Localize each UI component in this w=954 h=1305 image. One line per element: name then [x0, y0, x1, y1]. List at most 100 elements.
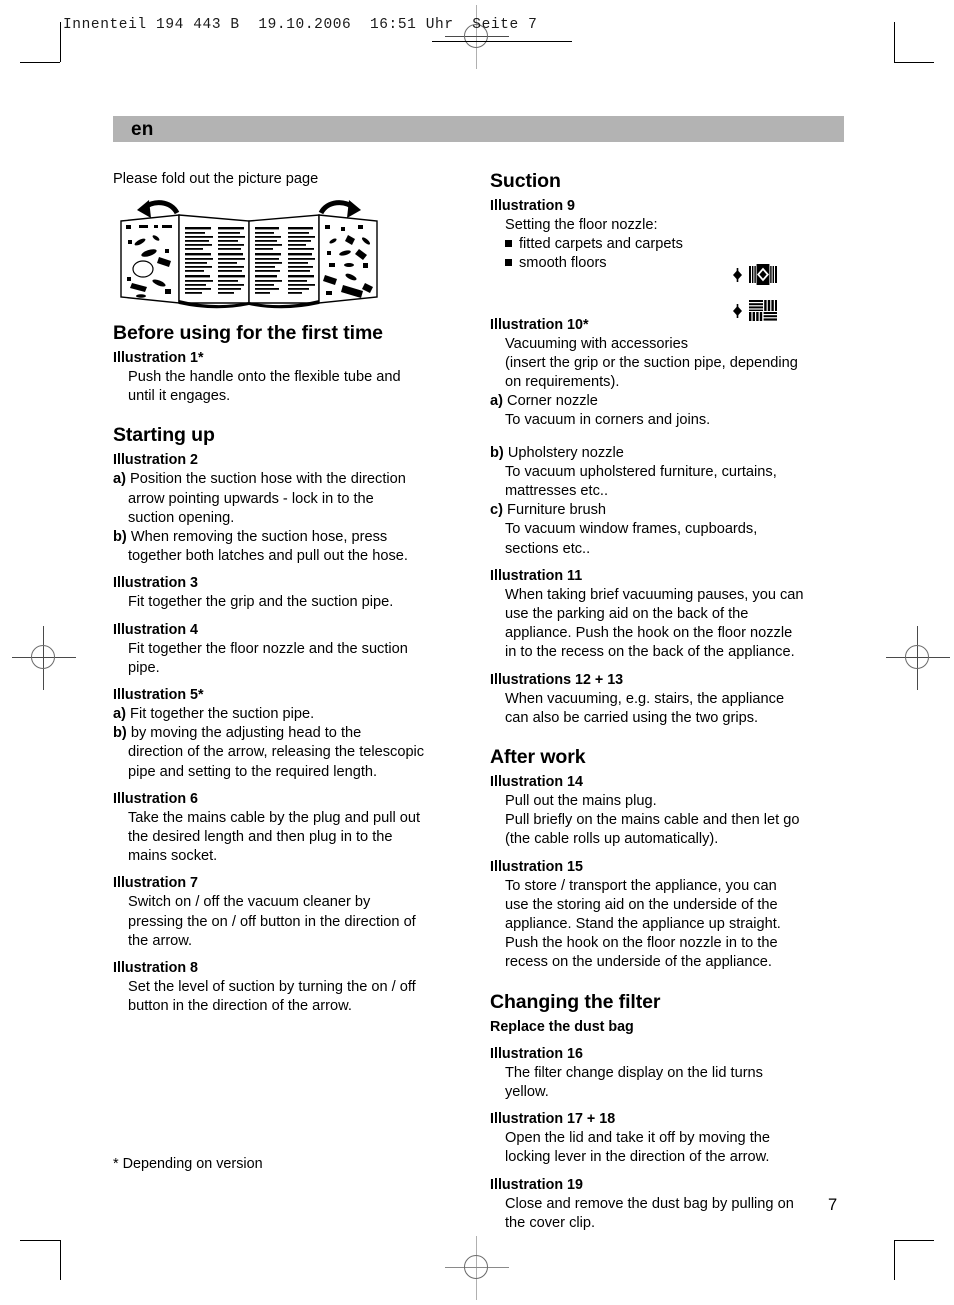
- section-heading-changing-filter: Changing the filter: [490, 990, 661, 1013]
- illustration-9-intro: Setting the floor nozzle:: [505, 217, 658, 233]
- illustration-title-11: Illustration 11: [490, 567, 583, 584]
- illustration-title-7: Illustration 7: [113, 875, 198, 892]
- illustration-10-item-b: b) Upholstery nozzle: [490, 444, 842, 463]
- illustration-16-line-2: yellow.: [505, 1083, 549, 1100]
- illustration-10-a-line-1: Corner nozzle: [507, 393, 598, 410]
- illustration-title-1: Illustration 1*: [113, 350, 204, 366]
- section-heading-suction: Suction: [490, 170, 561, 192]
- illustration-11-line-1: When taking brief vacuuming pauses, you …: [505, 586, 804, 603]
- illustration-2-a-line-1: Position the suction hose with the direc…: [130, 471, 406, 488]
- illustration-title-4: Illustration 4: [113, 621, 198, 638]
- illustration-15-line-4: Push the hook on the floor nozzle in to …: [505, 935, 778, 952]
- illustration-10-a-line-2: To vacuum in corners and joins.: [505, 412, 711, 429]
- fold-out-booklet-illustration: [115, 197, 387, 309]
- left-column: Please fold out the picture page Before …: [113, 170, 465, 1016]
- illustration-10-line-2: (insert the grip or the suction pipe, de…: [505, 354, 798, 371]
- section-heading-starting-up: Starting up: [113, 424, 215, 447]
- illustration-title-17-18: Illustration 17 + 18: [490, 1111, 616, 1128]
- illustration-15-line-5: recess on the underside of the appliance…: [505, 954, 772, 971]
- illustration-5-a-line-1: Fit together the suction pipe.: [130, 706, 315, 723]
- illustration-5-item-b: b) by moving the adjusting head to the: [113, 724, 465, 743]
- footnote-depending-on-version: * Depending on version: [113, 1156, 263, 1172]
- illustration-title-16: Illustration 16: [490, 1045, 583, 1062]
- illustration-10-item-c: c) Furniture brush: [490, 501, 842, 520]
- illustration-5-b-line-2: direction of the arrow, releasing the te…: [128, 744, 425, 761]
- illustration-10-c-line-3: sections etc..: [505, 540, 591, 557]
- illustration-2-b-line-1: When removing the suction hose, press: [130, 529, 388, 546]
- registration-mark-top: [445, 5, 509, 69]
- illustration-5-b-line-3: pipe and setting to the required length.: [128, 763, 378, 780]
- item-marker-b: b): [490, 444, 504, 461]
- position-marker-icon: [733, 303, 742, 318]
- registration-mark-bottom: [445, 1236, 509, 1300]
- illustration-6-line-2: the desired length and then plug in to t…: [128, 829, 393, 846]
- illustration-1-line-2: until it engages.: [128, 388, 231, 405]
- item-marker-b: b): [113, 529, 127, 546]
- illustration-2-item-a: a) Position the suction hose with the di…: [113, 470, 465, 489]
- illustration-17-18-line-2: locking lever in the direction of the ar…: [505, 1149, 770, 1166]
- carpet-pictogram: [749, 264, 777, 285]
- square-bullet-icon: [505, 240, 512, 248]
- illustration-12-13-line-1: When vacuuming, e.g. stairs, the applian…: [505, 690, 785, 707]
- illustration-title-12-13: Illustrations 12 + 13: [490, 671, 624, 688]
- illustration-title-2: Illustration 2: [113, 452, 198, 469]
- illustration-10-b-line-1: Upholstery nozzle: [507, 444, 624, 461]
- illustration-8-line-1: Set the level of suction by turning the …: [128, 979, 416, 996]
- illustration-8-line-2: button in the direction of the arrow.: [128, 998, 352, 1015]
- illustration-19-line-2: the cover clip.: [505, 1214, 596, 1231]
- illustration-10-c-line-2: To vacuum window frames, cupboards,: [505, 521, 758, 538]
- print-slug: Innenteil 194 443 B 19.10.2006 16:51 Uhr…: [63, 17, 538, 33]
- illustration-10-b-line-2: To vacuum upholstered furniture, curtain…: [505, 463, 777, 480]
- illustration-title-6: Illustration 6: [113, 790, 198, 807]
- item-marker-b: b): [113, 725, 127, 742]
- bullet-fitted-carpets: fitted carpets and carpets: [490, 235, 842, 254]
- nozzle-setting-carpet-row: [733, 264, 777, 285]
- illustration-3-line-1: Fit together the grip and the suction pi…: [128, 594, 394, 611]
- bullet-label-carpets: fitted carpets and carpets: [519, 236, 683, 253]
- item-marker-a: a): [490, 393, 503, 410]
- illustration-19-line-1: Close and remove the dust bag by pulling…: [505, 1195, 794, 1212]
- square-bullet-icon: [505, 259, 512, 267]
- illustration-6-line-1: Take the mains cable by the plug and pul…: [128, 809, 421, 826]
- registration-mark-right: [886, 626, 950, 690]
- fold-out-instruction: Please fold out the picture page: [113, 171, 319, 187]
- bullet-smooth-floors: smooth floors: [490, 254, 842, 273]
- bullet-label-smooth-floors: smooth floors: [519, 255, 607, 272]
- illustration-4-line-1: Fit together the floor nozzle and the su…: [128, 640, 408, 657]
- illustration-17-18-line-1: Open the lid and take it off by moving t…: [505, 1130, 771, 1147]
- illustration-2-a-line-2: arrow pointing upwards - lock in to the: [128, 490, 374, 507]
- position-marker-icon: [733, 267, 742, 282]
- print-slug-rule: [432, 41, 572, 42]
- illustration-10-b-line-3: mattresses etc..: [505, 483, 608, 500]
- illustration-16-line-1: The filter change display on the lid tur…: [505, 1064, 763, 1081]
- illustration-title-19: Illustration 19: [490, 1176, 583, 1193]
- illustration-14-line-1: Pull out the mains plug.: [505, 793, 657, 810]
- nozzle-setting-smooth-floor-row: [733, 300, 777, 321]
- illustration-7-line-2: pressing the on / off button in the dire…: [128, 913, 416, 930]
- illustration-10-item-a: a) Corner nozzle: [490, 392, 842, 411]
- section-heading-after-work: After work: [490, 746, 586, 769]
- illustration-5-item-a: a) Fit together the suction pipe.: [113, 705, 465, 724]
- illustration-15-line-3: appliance. Stand the appliance up straig…: [505, 916, 781, 933]
- page-number: 7: [828, 1196, 838, 1214]
- illustration-title-3: Illustration 3: [113, 575, 198, 592]
- illustration-1-line-1: Push the handle onto the flexible tube a…: [128, 369, 401, 385]
- language-banner-label: en: [131, 119, 154, 140]
- illustration-2-a-line-3: suction opening.: [128, 509, 235, 526]
- illustration-title-10: Illustration 10*: [490, 316, 589, 333]
- smooth-floor-pictogram: [749, 300, 777, 321]
- illustration-14-line-2: Pull briefly on the mains cable and then…: [505, 812, 800, 829]
- illustration-10-line-3: on requirements).: [505, 374, 620, 391]
- illustration-2-item-b: b) When removing the suction hose, press: [113, 528, 465, 547]
- illustration-7-line-3: the arrow.: [128, 932, 193, 949]
- item-marker-a: a): [113, 471, 126, 488]
- section-heading-before-first-use: Before using for the first time: [113, 322, 383, 344]
- illustration-title-14: Illustration 14: [490, 774, 583, 791]
- illustration-14-line-3: (the cable rolls up automatically).: [505, 831, 719, 848]
- illustration-4-line-2: pipe.: [128, 659, 160, 676]
- illustration-title-15: Illustration 15: [490, 858, 583, 875]
- illustration-11-line-2: use the parking aid on the back of the: [505, 606, 749, 623]
- illustration-11-line-3: appliance. Push the hook on the floor no…: [505, 625, 793, 642]
- illustration-11-line-4: in to the recess on the back of the appl…: [505, 644, 795, 661]
- subsection-replace-dust-bag: Replace the dust bag: [490, 1018, 634, 1035]
